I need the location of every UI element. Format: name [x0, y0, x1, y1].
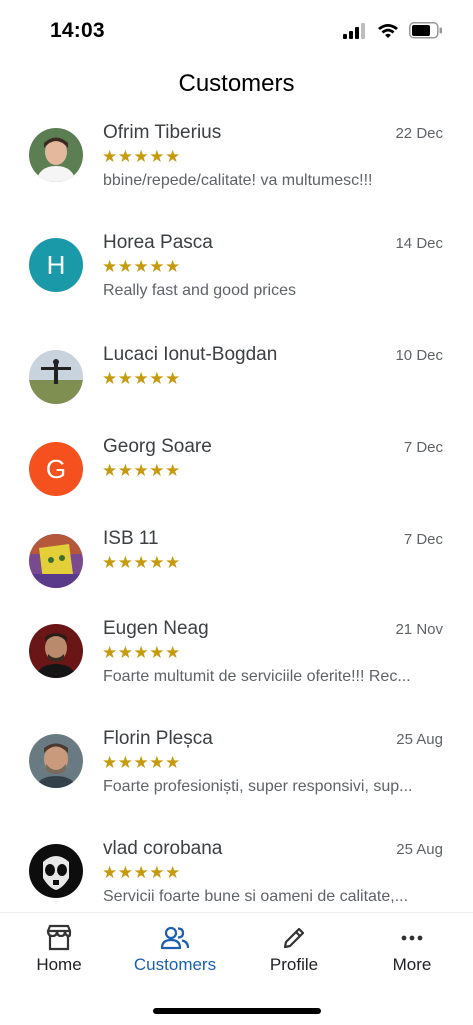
- avatar-photo-icon: [29, 128, 83, 182]
- reviewer-name: Lucaci Ionut-Bogdan: [103, 344, 278, 365]
- nav-home[interactable]: Home: [4, 923, 114, 985]
- review-date: 25 Aug: [396, 731, 443, 748]
- nav-more[interactable]: More: [357, 923, 467, 985]
- avatar-letter: H: [46, 249, 66, 280]
- review-date: 7 Dec: [403, 439, 443, 456]
- reviewer-name: Ofrim Tiberius: [103, 122, 222, 143]
- review-item[interactable]: G Georg Soare 7 Dec ★★★★★: [0, 426, 473, 526]
- star-rating: ★★★★★: [102, 257, 181, 276]
- review-item[interactable]: vlad corobana 25 Aug ★★★★★ Servicii foar…: [0, 828, 473, 912]
- star-rating: ★★★★★: [102, 863, 181, 882]
- avatar-photo-icon: [29, 534, 83, 588]
- review-item[interactable]: Lucaci Ionut-Bogdan 10 Dec ★★★★★: [0, 334, 473, 434]
- review-date: 25 Aug: [396, 841, 443, 858]
- signal-icon: [343, 22, 365, 39]
- status-icons: [343, 22, 443, 39]
- avatar: [29, 128, 83, 182]
- review-item[interactable]: H Horea Pasca 14 Dec ★★★★★ Really fast a…: [0, 222, 473, 322]
- review-item[interactable]: Florin Pleșca 25 Aug ★★★★★ Foarte profes…: [0, 718, 473, 818]
- reviewer-name: Eugen Neag: [103, 618, 209, 639]
- review-text: Foarte multumit de serviciile oferite!!!…: [103, 668, 411, 685]
- star-rating: ★★★★★: [102, 461, 181, 480]
- reviewer-name: Georg Soare: [103, 436, 212, 457]
- avatar-photo-icon: [29, 624, 83, 678]
- star-rating: ★★★★★: [102, 753, 181, 772]
- nav-home-label: Home: [36, 955, 82, 974]
- review-date: 14 Dec: [395, 235, 443, 252]
- avatar: [29, 350, 83, 404]
- star-rating: ★★★★★: [102, 553, 181, 572]
- storefront-icon: [46, 924, 72, 951]
- reviewer-name: vlad corobana: [103, 838, 223, 859]
- avatar: [29, 534, 83, 588]
- star-rating: ★★★★★: [102, 643, 181, 662]
- review-date: 22 Dec: [395, 125, 443, 142]
- review-date: 21 Nov: [395, 621, 443, 638]
- avatar: [29, 844, 83, 898]
- status-bar: 14:03: [0, 0, 473, 60]
- reviewer-name: ISB 11: [103, 528, 159, 549]
- nav-profile[interactable]: Profile: [239, 923, 349, 985]
- nav-customers-label: Customers: [133, 955, 217, 974]
- review-date: 7 Dec: [403, 531, 443, 548]
- review-text: Servicii foarte bune si oameni de calita…: [103, 888, 409, 905]
- avatar: [29, 624, 83, 678]
- status-time: 14:03: [50, 19, 105, 42]
- people-icon: [160, 926, 190, 950]
- more-horizontal-icon: [401, 935, 423, 941]
- avatar: H: [29, 238, 83, 292]
- nav-more-label: More: [392, 955, 432, 974]
- battery-icon: [409, 22, 442, 39]
- home-indicator[interactable]: [153, 1008, 321, 1014]
- review-date: 10 Dec: [395, 347, 443, 364]
- avatar: G: [29, 442, 83, 496]
- star-rating: ★★★★★: [102, 369, 181, 388]
- pencil-icon: [283, 927, 305, 949]
- page-title: Customers: [178, 70, 295, 97]
- review-text: bbine/repede/calitate! va multumesc!!!: [103, 172, 373, 189]
- avatar-letter: G: [45, 453, 67, 484]
- review-text: Foarte profesioniști, super responsivi, …: [103, 778, 413, 795]
- review-text: Really fast and good prices: [103, 282, 296, 299]
- reviewer-name: Florin Pleșca: [103, 728, 213, 749]
- avatar-photo-icon: [29, 734, 83, 788]
- review-item[interactable]: ISB 11 7 Dec ★★★★★: [0, 518, 473, 618]
- nav-customers[interactable]: Customers: [120, 923, 230, 985]
- nav-profile-label: Profile: [269, 955, 319, 974]
- review-list[interactable]: Ofrim Tiberius 22 Dec ★★★★★ bbine/repede…: [0, 112, 473, 912]
- wifi-icon: [378, 23, 398, 38]
- review-item[interactable]: Ofrim Tiberius 22 Dec ★★★★★ bbine/repede…: [0, 112, 473, 212]
- avatar-photo-icon: [29, 350, 83, 404]
- review-item[interactable]: Eugen Neag 21 Nov ★★★★★ Foarte multumit …: [0, 608, 473, 708]
- reviewer-name: Horea Pasca: [103, 232, 213, 253]
- star-rating: ★★★★★: [102, 147, 181, 166]
- avatar-photo-icon: [29, 844, 83, 898]
- avatar: [29, 734, 83, 788]
